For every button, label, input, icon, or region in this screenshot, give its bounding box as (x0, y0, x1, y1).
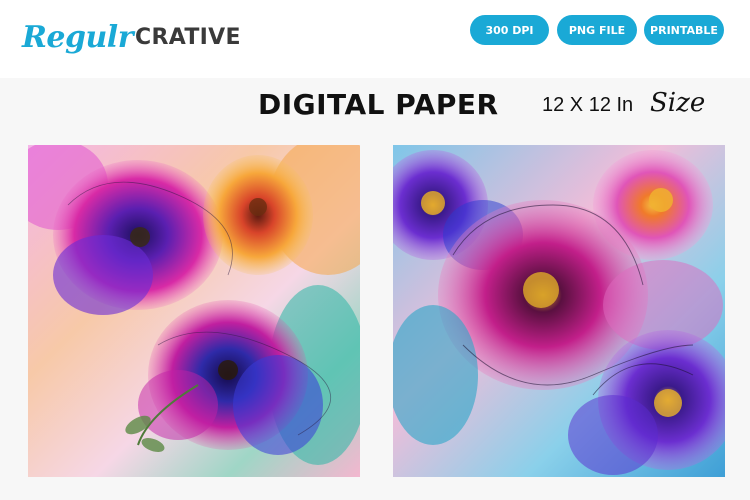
header-bar: Regulr CRATIVE 300 DPI PNG FILE PRINTABL… (0, 0, 750, 78)
brand-logo-caps: CRATIVE (135, 24, 241, 50)
badge-printable: PRINTABLE (644, 15, 724, 45)
brand-logo-script: Regulr (22, 19, 134, 55)
paper-preview-2 (393, 145, 725, 477)
paper-preview-1 (28, 145, 360, 477)
brand-logo: Regulr CRATIVE (22, 14, 241, 60)
floral-alcohol-ink-pattern-icon (28, 145, 360, 477)
size-script-label: Size (650, 88, 706, 118)
floral-alcohol-ink-pattern-icon (393, 145, 725, 477)
badge-file-type: PNG FILE (557, 15, 637, 45)
page-title: DIGITAL PAPER (258, 88, 499, 121)
size-label: 12 X 12 In (542, 94, 634, 116)
badge-dpi: 300 DPI (470, 15, 549, 45)
product-heading: DIGITAL PAPER 12 X 12 In Size (0, 86, 750, 126)
